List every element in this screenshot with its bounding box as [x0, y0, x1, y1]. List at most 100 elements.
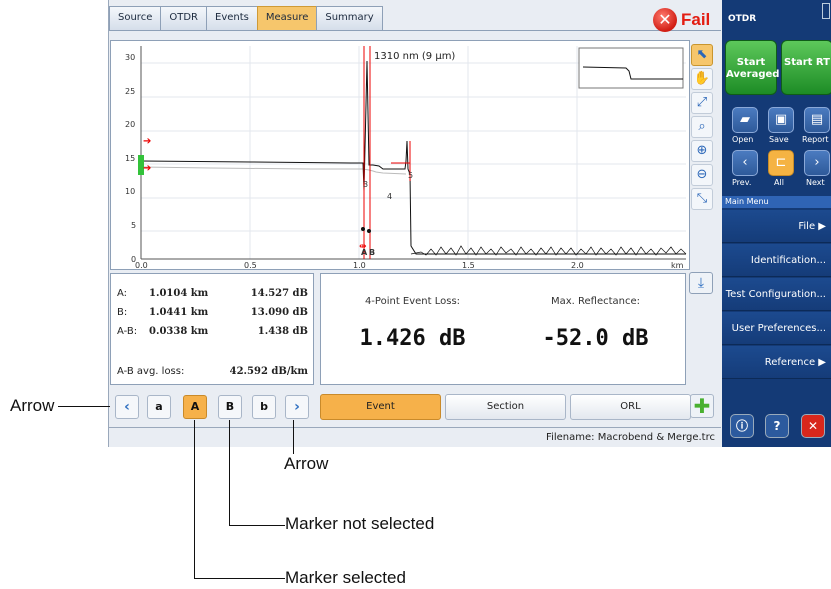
- x-tick: 1.5: [462, 261, 475, 269]
- event-number: 4: [387, 192, 392, 201]
- leader-line: [293, 420, 294, 454]
- overview-thumbnail[interactable]: [578, 47, 684, 89]
- zoom-in-icon[interactable]: ⊕: [691, 140, 713, 162]
- menu-item-label: File: [798, 221, 816, 232]
- marker-a-button[interactable]: A: [183, 395, 207, 419]
- y-tick: 20: [125, 120, 135, 129]
- x-tick: 0.5: [244, 261, 257, 269]
- menu-item-reference[interactable]: Reference ▶: [722, 346, 831, 379]
- avg-loss-label: A-B avg. loss:: [117, 366, 185, 377]
- annotation-arrow-left: Arrow: [10, 396, 55, 415]
- marker-db: 1.438 dB: [257, 326, 308, 337]
- x-tick: 1.0: [353, 261, 366, 269]
- prev-trace-icon[interactable]: ‹: [732, 150, 758, 176]
- report-label: Report: [802, 135, 829, 144]
- marker-row-b: B: 1.0441 km 13.090 dB: [117, 307, 312, 321]
- annotation-marker-not-selected: Marker not selected: [285, 514, 435, 533]
- leader-line: [194, 578, 285, 579]
- submenu-arrow-icon: ▶: [818, 357, 826, 368]
- zoom-fit-icon[interactable]: ⤢: [691, 92, 713, 114]
- help-icon[interactable]: ?: [765, 414, 789, 438]
- tab-source[interactable]: Source: [109, 6, 162, 30]
- open-folder-icon[interactable]: ▰: [732, 107, 758, 133]
- marker-row-a: A: 1.0104 km 14.527 dB: [117, 288, 312, 302]
- leader-line: [229, 525, 285, 526]
- view-orl-button[interactable]: ORL: [570, 394, 691, 420]
- trace-graph[interactable]: 0 5 10 15 20 25 30 0.0 0.5 1.0 1.5 2.0 k…: [110, 40, 690, 270]
- tab-otdr[interactable]: OTDR: [160, 6, 207, 30]
- view-section-button[interactable]: Section: [445, 394, 566, 420]
- marker-row-label: A-B:: [117, 326, 138, 337]
- left-marker-arrow-icon: ➔: [143, 163, 151, 174]
- main-menu-header: Main Menu: [722, 196, 831, 208]
- fail-label: Fail: [681, 10, 711, 29]
- annotation-arrow-bottom: Arrow: [284, 454, 329, 473]
- battery-icon: [822, 3, 830, 19]
- filename-label: Filename: Macrobend & Merge.trc: [546, 432, 715, 443]
- pointer-tool-icon[interactable]: ⬉: [691, 44, 713, 66]
- wavelength-label: 1310 nm (9 μm): [374, 51, 456, 62]
- main-sidebar: OTDR Start Averaged Start RT ▰ ▣ ▤ Open …: [722, 0, 831, 447]
- menu-item-test-configuration[interactable]: Test Configuration...: [722, 278, 831, 311]
- start-rt-button[interactable]: Start RT: [781, 40, 831, 95]
- info-icon[interactable]: ⓘ: [730, 414, 754, 438]
- prev-label: Prev.: [732, 178, 752, 187]
- marker-row-ab: A-B: 0.0338 km 1.438 dB: [117, 326, 312, 340]
- event-number: 5: [408, 171, 413, 180]
- left-marker-arrow-icon: ➔: [143, 136, 151, 147]
- annotation-marker-selected: Marker selected: [285, 568, 406, 587]
- full-view-icon[interactable]: ⤡: [691, 188, 713, 210]
- marker-distance: 1.0104 km: [149, 288, 209, 299]
- submenu-arrow-icon: ▶: [818, 221, 826, 232]
- marker-results-panel: A: 1.0104 km 14.527 dB B: 1.0441 km 13.0…: [110, 273, 314, 385]
- expand-results-icon[interactable]: ⤓: [689, 272, 713, 294]
- marker-row-label: B:: [117, 307, 128, 318]
- add-plus-icon[interactable]: ✚: [690, 394, 714, 418]
- tab-summary[interactable]: Summary: [316, 6, 383, 30]
- fail-status: ✕ Fail: [653, 8, 710, 32]
- zoom-out-icon[interactable]: ⊖: [691, 164, 713, 186]
- save-disk-icon[interactable]: ▣: [768, 107, 794, 133]
- x-tick: 0.0: [135, 261, 148, 269]
- report-icon[interactable]: ▤: [804, 107, 830, 133]
- zoom-area-icon[interactable]: ⌕: [691, 116, 713, 138]
- pan-hand-icon[interactable]: ✋: [691, 68, 713, 90]
- fiber-trace: [141, 60, 686, 255]
- tab-measure[interactable]: Measure: [256, 6, 318, 30]
- next-trace-icon[interactable]: ›: [804, 150, 830, 176]
- menu-item-file[interactable]: File ▶: [722, 210, 831, 243]
- y-tick: 15: [125, 154, 135, 163]
- event-number: 3: [363, 180, 368, 189]
- marker-distance: 1.0441 km: [149, 307, 209, 318]
- reflectance-title: Max. Reflectance:: [550, 296, 641, 307]
- menu-item-user-preferences[interactable]: User Preferences...: [722, 312, 831, 345]
- open-label: Open: [732, 135, 754, 144]
- tab-bar: Source OTDR Events Measure Summary: [109, 6, 383, 30]
- reflectance-value: -52.0 dB: [542, 326, 649, 351]
- start-averaged-button[interactable]: Start Averaged: [725, 40, 779, 95]
- fail-x-icon: ✕: [653, 8, 677, 32]
- graph-toolbar: ⬉ ✋ ⤢ ⌕ ⊕ ⊖ ⤡: [691, 44, 713, 212]
- next-label: Next: [806, 178, 825, 187]
- marker-prev-arrow-button[interactable]: ‹: [115, 395, 139, 419]
- x-tick: 2.0: [571, 261, 584, 269]
- view-event-button[interactable]: Event: [320, 394, 441, 420]
- y-tick: 25: [125, 87, 135, 96]
- leader-line: [58, 406, 110, 407]
- leader-line: [229, 420, 230, 525]
- leader-line: [194, 420, 195, 578]
- status-bar: Filename: Macrobend & Merge.trc: [109, 427, 721, 447]
- marker-b-small-button[interactable]: b: [252, 395, 276, 419]
- marker-a-small-button[interactable]: a: [147, 395, 171, 419]
- y-tick: 30: [125, 53, 135, 62]
- menu-item-identification[interactable]: Identification...: [722, 244, 831, 277]
- all-label: All: [774, 178, 784, 187]
- close-icon[interactable]: ✕: [801, 414, 825, 438]
- event-point: [367, 229, 371, 233]
- tab-events[interactable]: Events: [206, 6, 258, 30]
- event-loss-value: 1.426 dB: [359, 326, 466, 351]
- marker-b-button[interactable]: B: [218, 395, 242, 419]
- all-traces-icon[interactable]: ⊏: [768, 150, 794, 176]
- avg-loss-value: 42.592 dB/km: [229, 366, 308, 377]
- marker-next-arrow-button[interactable]: ›: [285, 395, 309, 419]
